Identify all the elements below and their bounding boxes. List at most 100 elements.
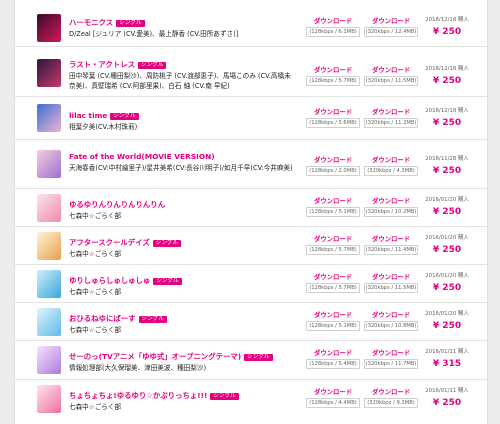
album-art[interactable] [37,150,61,178]
artist-name: 七森中☆ごらく部 [69,250,122,258]
single-badge: シングル [152,240,182,247]
purchase-date: 2018/12/18 購入 [425,108,469,114]
file-size-320: (320kbps / 11.5MB) [364,283,418,293]
file-size-128: (128kbps / 5.6MB) [306,118,360,128]
file-size-320: (320kbps / 11.5MB) [364,76,418,86]
purchase-date: 2016/01/11 購入 [425,349,469,355]
song-title-link[interactable]: ゆるゆりんりんりんりんりん [69,200,165,209]
download-320-link[interactable]: ダウンロード [362,155,420,165]
purchase-date: 2016/01/20 購入 [425,273,469,279]
artist-name: 七森中☆ごらく部 [69,288,122,296]
file-size-320: (320kbps / 11.2MB) [364,118,418,128]
price: ¥ 250 [432,166,462,176]
price: ¥ 250 [432,398,462,408]
price: ¥ 250 [432,283,462,293]
song-title-link[interactable]: lilac time [69,111,107,120]
download-320-link[interactable]: ダウンロード [362,196,420,206]
artist-name: 相葉夕美(CV.木村珠莉) [69,123,138,131]
purchase-date: 2016/01/20 購入 [425,235,469,241]
list-item: Fate of the World(MOVIE VERSION) 天海春香(CV… [15,140,487,189]
purchase-history-panel: ハーモニクス シングル D/Zeal [ジュリア (CV.愛美)、最上静香 (CV… [14,0,488,424]
file-size-320: (320kbps / 10.8MB) [364,321,418,331]
download-320-link[interactable]: ダウンロード [362,234,420,244]
download-128-link[interactable]: ダウンロード [304,16,362,26]
album-art[interactable] [37,270,61,298]
price: ¥ 250 [432,207,462,217]
song-title-link[interactable]: アフタースクールデイズ [69,238,150,247]
single-badge: シングル [138,316,167,323]
file-size-320: (320kbps / 11.7MB) [364,359,418,369]
artist-name: 天海春香(CV:中村繪里子)/星井美希(CV:長谷川明子)/如月千早(CV:今井… [69,164,293,172]
artist-name: 田中琴葉 (CV.種田梨沙)、周防桃子 (CV.渡部恵子)、馬場このみ (CV.… [69,72,291,90]
file-size-320: (320kbps / 10.2MB) [364,207,418,217]
song-title-link[interactable]: ハーモニクス [69,18,113,27]
download-128-link[interactable]: ダウンロード [304,387,362,397]
file-size-128: (128kbps / 5.1MB) [306,321,360,331]
download-128-link[interactable]: ダウンロード [304,310,362,320]
song-title-link[interactable]: おひるねゆにばーす [69,314,136,323]
album-art[interactable] [37,104,61,132]
download-320-link[interactable]: ダウンロード [362,65,420,75]
purchase-date: 2016/01/20 購入 [425,311,469,317]
list-item: ハーモニクス シングル D/Zeal [ジュリア (CV.愛美)、最上静香 (CV… [15,0,487,47]
list-item: せーのっ(TVアニメ「ゆゆ式」オープニングテーマ) シングル 情報処理部(大久保瑠… [15,341,487,380]
file-size-320: (320kbps / 12.4MB) [364,27,418,37]
purchase-date: 2018/11/28 購入 [425,156,469,162]
price: ¥ 315 [432,359,462,369]
purchase-date: 2016/01/20 購入 [425,197,469,203]
list-item: おひるねゆにばーす シングル 七森中☆ごらく部 ダウンロード (128kbps / … [15,303,487,341]
price: ¥ 250 [432,76,462,86]
purchase-date: 2018/12/18 購入 [425,66,469,72]
album-art[interactable] [37,385,61,413]
single-badge: シングル [138,62,167,69]
download-320-link[interactable]: ダウンロード [362,272,420,282]
artist-name: 七森中☆ごらく部 [69,403,122,411]
single-badge: シングル [244,354,273,361]
song-title-link[interactable]: せーのっ(TVアニメ「ゆゆ式」オープニングテーマ) [69,352,241,361]
album-art[interactable] [37,346,61,374]
download-320-link[interactable]: ダウンロード [362,348,420,358]
file-size-320: (320kbps / 4.3MB) [364,166,418,176]
list-item: ちょちょちょ!ゆるゆり☆かぷりっちょ!!! シングル 七森中☆ごらく部 ダウンロー… [15,380,487,424]
price: ¥ 250 [432,321,462,331]
album-art[interactable] [37,194,61,222]
download-128-link[interactable]: ダウンロード [304,65,362,75]
file-size-128: (128kbps / 5.1MB) [306,207,360,217]
price: ¥ 250 [432,27,462,37]
download-320-link[interactable]: ダウンロード [362,107,420,117]
file-size-128: (128kbps / 6.1MB) [306,27,360,37]
album-art[interactable] [37,59,61,87]
file-size-128: (128kbps / 4.4MB) [306,398,360,408]
list-item: lilac time シングル 相葉夕美(CV.木村珠莉) ダウンロード (128k… [15,97,487,140]
artist-name: D/Zeal [ジュリア (CV.愛美)、最上静香 (CV.田所あずさ)] [69,30,239,38]
price: ¥ 250 [432,118,462,128]
album-art[interactable] [37,232,61,260]
song-title-link[interactable]: ちょちょちょ!ゆるゆり☆かぷりっちょ!!! [69,391,207,400]
download-320-link[interactable]: ダウンロード [362,387,420,397]
song-title-link[interactable]: ラスト・アクトレス [69,60,135,69]
purchase-date: 2016/01/11 購入 [425,388,469,394]
file-size-128: (128kbps / 5.7MB) [306,283,360,293]
song-title-link[interactable]: ゆりしゅらしゅしゅしゅ [69,276,150,285]
list-item: ラスト・アクトレス シングル 田中琴葉 (CV.種田梨沙)、周防桃子 (CV.渡部… [15,47,487,97]
download-128-link[interactable]: ダウンロード [304,272,362,282]
single-badge: シングル [110,113,139,120]
album-art[interactable] [37,308,61,336]
purchase-date: 2018/12/18 購入 [425,17,469,23]
download-320-link[interactable]: ダウンロード [362,16,420,26]
file-size-320: (320kbps / 9.3MB) [364,398,418,408]
file-size-128: (128kbps / 5.4MB) [306,359,360,369]
file-size-128: (128kbps / 5.7MB) [306,245,360,255]
download-128-link[interactable]: ダウンロード [304,155,362,165]
download-320-link[interactable]: ダウンロード [362,310,420,320]
song-title-link[interactable]: Fate of the World(MOVIE VERSION) [69,152,215,161]
download-128-link[interactable]: ダウンロード [304,107,362,117]
download-128-link[interactable]: ダウンロード [304,234,362,244]
single-badge: シングル [153,278,182,285]
album-art[interactable] [37,14,61,42]
artist-name: 情報処理部(大久保瑠美、津田美波、種田梨沙) [69,364,207,372]
download-128-link[interactable]: ダウンロード [304,348,362,358]
price: ¥ 250 [432,245,462,255]
download-128-link[interactable]: ダウンロード [304,196,362,206]
single-badge: シングル [116,20,145,27]
